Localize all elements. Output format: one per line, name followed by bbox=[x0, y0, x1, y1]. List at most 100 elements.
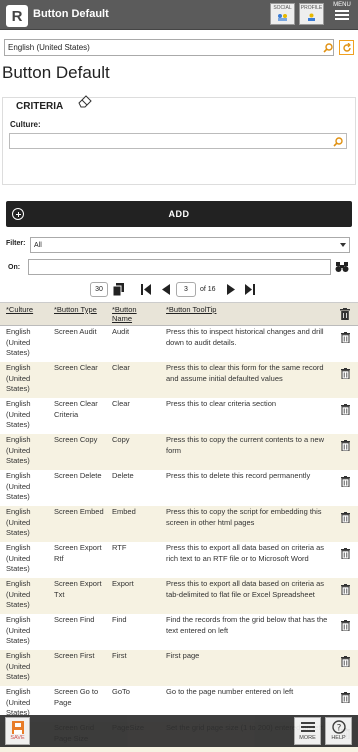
copy-icon[interactable] bbox=[113, 283, 125, 296]
cell-culture: English (United States) bbox=[6, 363, 31, 393]
table-row[interactable]: English (United States) Screen Copy Copy Pr… bbox=[0, 434, 358, 470]
on-label: On: bbox=[8, 264, 21, 271]
cell-button-tooltip: Go to the page number entered on left bbox=[166, 687, 294, 696]
filter-value: All bbox=[34, 242, 42, 249]
cell-button-name: Embed bbox=[112, 507, 136, 516]
eraser-icon[interactable] bbox=[77, 94, 93, 108]
binoculars-icon[interactable] bbox=[335, 261, 349, 273]
next-page-icon[interactable] bbox=[225, 283, 237, 296]
bottom-bar: SAVE MORE ? HELP bbox=[0, 715, 358, 747]
chevron-down-icon bbox=[340, 243, 346, 247]
refresh-icon[interactable] bbox=[339, 40, 354, 55]
cell-culture: English (United States) bbox=[6, 543, 31, 573]
culture-criteria-input[interactable] bbox=[9, 133, 347, 149]
cell-button-tooltip: Press this to copy the current contents … bbox=[166, 435, 324, 455]
criteria-title: CRITERIA bbox=[14, 101, 66, 112]
grid-header: *Culture *Button Type *Button Name *Butt… bbox=[0, 302, 358, 326]
cell-button-name: Clear bbox=[112, 363, 130, 372]
table-row[interactable]: English (United States) Screen Clear Clear… bbox=[0, 362, 358, 398]
search-icon[interactable] bbox=[333, 137, 343, 147]
help-button[interactable]: ? HELP bbox=[325, 717, 352, 745]
cell-button-tooltip: Press this to export all data based on c… bbox=[166, 543, 324, 563]
menu-label: MENU bbox=[333, 2, 351, 8]
first-page-icon[interactable] bbox=[140, 283, 152, 296]
app-logo-icon[interactable]: R bbox=[6, 5, 28, 27]
hamburger-icon bbox=[335, 10, 349, 20]
column-header-culture[interactable]: *Culture bbox=[6, 305, 33, 314]
column-header-button-tooltip[interactable]: *Button ToolTip bbox=[166, 305, 216, 314]
cell-culture: English (United States) bbox=[6, 615, 31, 645]
cell-button-tooltip: Find the records from the grid below tha… bbox=[166, 615, 328, 635]
save-label: SAVE bbox=[10, 735, 25, 741]
more-label: MORE bbox=[299, 735, 316, 741]
add-label: ADD bbox=[168, 209, 190, 219]
profile-label: PROFILE bbox=[300, 5, 323, 11]
trash-icon[interactable] bbox=[341, 368, 350, 379]
cell-culture: English (United States) bbox=[6, 471, 31, 501]
more-button[interactable]: MORE bbox=[294, 717, 321, 745]
trash-icon[interactable] bbox=[341, 440, 350, 451]
culture-search-icon[interactable] bbox=[320, 40, 335, 55]
column-header-button-type[interactable]: *Button Type bbox=[54, 305, 97, 314]
current-page-input[interactable]: 3 bbox=[176, 282, 196, 297]
cell-button-name: GoTo bbox=[112, 687, 130, 696]
cell-button-name: Export bbox=[112, 579, 134, 588]
table-row[interactable]: English (United States) Screen Embed Embed… bbox=[0, 506, 358, 542]
column-header-button-name[interactable]: *Button Name bbox=[112, 305, 148, 323]
trash-icon[interactable] bbox=[341, 476, 350, 487]
trash-icon[interactable] bbox=[341, 656, 350, 667]
cell-button-name: Copy bbox=[112, 435, 130, 444]
cell-button-tooltip: Press this to clear this form for the sa… bbox=[166, 363, 324, 383]
cell-culture: English (United States) bbox=[6, 507, 31, 537]
cell-button-type: Screen Audit bbox=[54, 327, 97, 336]
table-row[interactable]: English (United States) Screen Export Rtf… bbox=[0, 542, 358, 578]
svg-text:?: ? bbox=[336, 724, 341, 734]
trash-icon[interactable] bbox=[341, 620, 350, 631]
top-bar: R Button Default SOCIAL PROFILE MENU bbox=[0, 0, 358, 30]
social-button[interactable]: SOCIAL bbox=[270, 3, 295, 25]
culture-label: Culture: bbox=[10, 120, 41, 129]
filter-select[interactable]: All bbox=[30, 237, 350, 253]
trash-icon[interactable] bbox=[341, 332, 350, 343]
cell-button-name: First bbox=[112, 651, 127, 660]
cell-culture: English (United States) bbox=[6, 435, 31, 465]
table-row[interactable]: English (United States) Screen First First… bbox=[0, 650, 358, 686]
delete-all-icon[interactable] bbox=[340, 308, 350, 320]
page-size-input[interactable]: 30 bbox=[90, 282, 108, 297]
pager: 30 3 of 16 bbox=[0, 281, 358, 299]
app-title: Button Default bbox=[33, 8, 109, 20]
cell-button-tooltip: Press this to clear criteria section bbox=[166, 399, 277, 408]
cell-button-type: Screen Clear bbox=[54, 363, 98, 372]
table-row[interactable]: English (United States) Screen Audit Audit… bbox=[0, 326, 358, 362]
cell-button-name: Delete bbox=[112, 471, 134, 480]
trash-icon[interactable] bbox=[341, 548, 350, 559]
table-row[interactable]: English (United States) Screen Delete Dele… bbox=[0, 470, 358, 506]
cell-culture: English (United States) bbox=[6, 327, 31, 357]
add-button[interactable]: ADD bbox=[6, 201, 352, 227]
table-row[interactable]: English (United States) Screen Find Find Fi… bbox=[0, 614, 358, 650]
cell-button-name: Find bbox=[112, 615, 127, 624]
help-label: HELP bbox=[331, 735, 346, 741]
table-row[interactable]: English (United States) Screen Export Txt… bbox=[0, 578, 358, 614]
cell-button-name: RTF bbox=[112, 543, 127, 552]
trash-icon[interactable] bbox=[341, 512, 350, 523]
culture-selector-input[interactable]: English (United States) bbox=[4, 39, 334, 56]
trash-icon[interactable] bbox=[341, 692, 350, 703]
save-button[interactable]: SAVE bbox=[5, 717, 30, 745]
profile-button[interactable]: PROFILE bbox=[299, 3, 324, 25]
menu-button[interactable]: MENU bbox=[330, 2, 354, 26]
last-page-icon[interactable] bbox=[244, 283, 256, 296]
trash-icon[interactable] bbox=[341, 584, 350, 595]
social-icon bbox=[278, 14, 287, 21]
cell-button-type: Screen Export Rtf bbox=[54, 543, 102, 563]
cell-culture: English (United States) bbox=[6, 399, 31, 429]
cell-button-type: Screen Delete bbox=[54, 471, 102, 480]
cell-button-type: Screen Clear Criteria bbox=[54, 399, 98, 419]
filter-label: Filter: bbox=[6, 240, 26, 247]
table-row[interactable]: English (United States) Screen Clear Crit… bbox=[0, 398, 358, 434]
prev-page-icon[interactable] bbox=[160, 283, 172, 296]
cell-button-tooltip: Press this to delete this record permane… bbox=[166, 471, 311, 480]
on-input[interactable] bbox=[28, 259, 331, 275]
trash-icon[interactable] bbox=[341, 404, 350, 415]
cell-culture: English (United States) bbox=[6, 651, 31, 681]
